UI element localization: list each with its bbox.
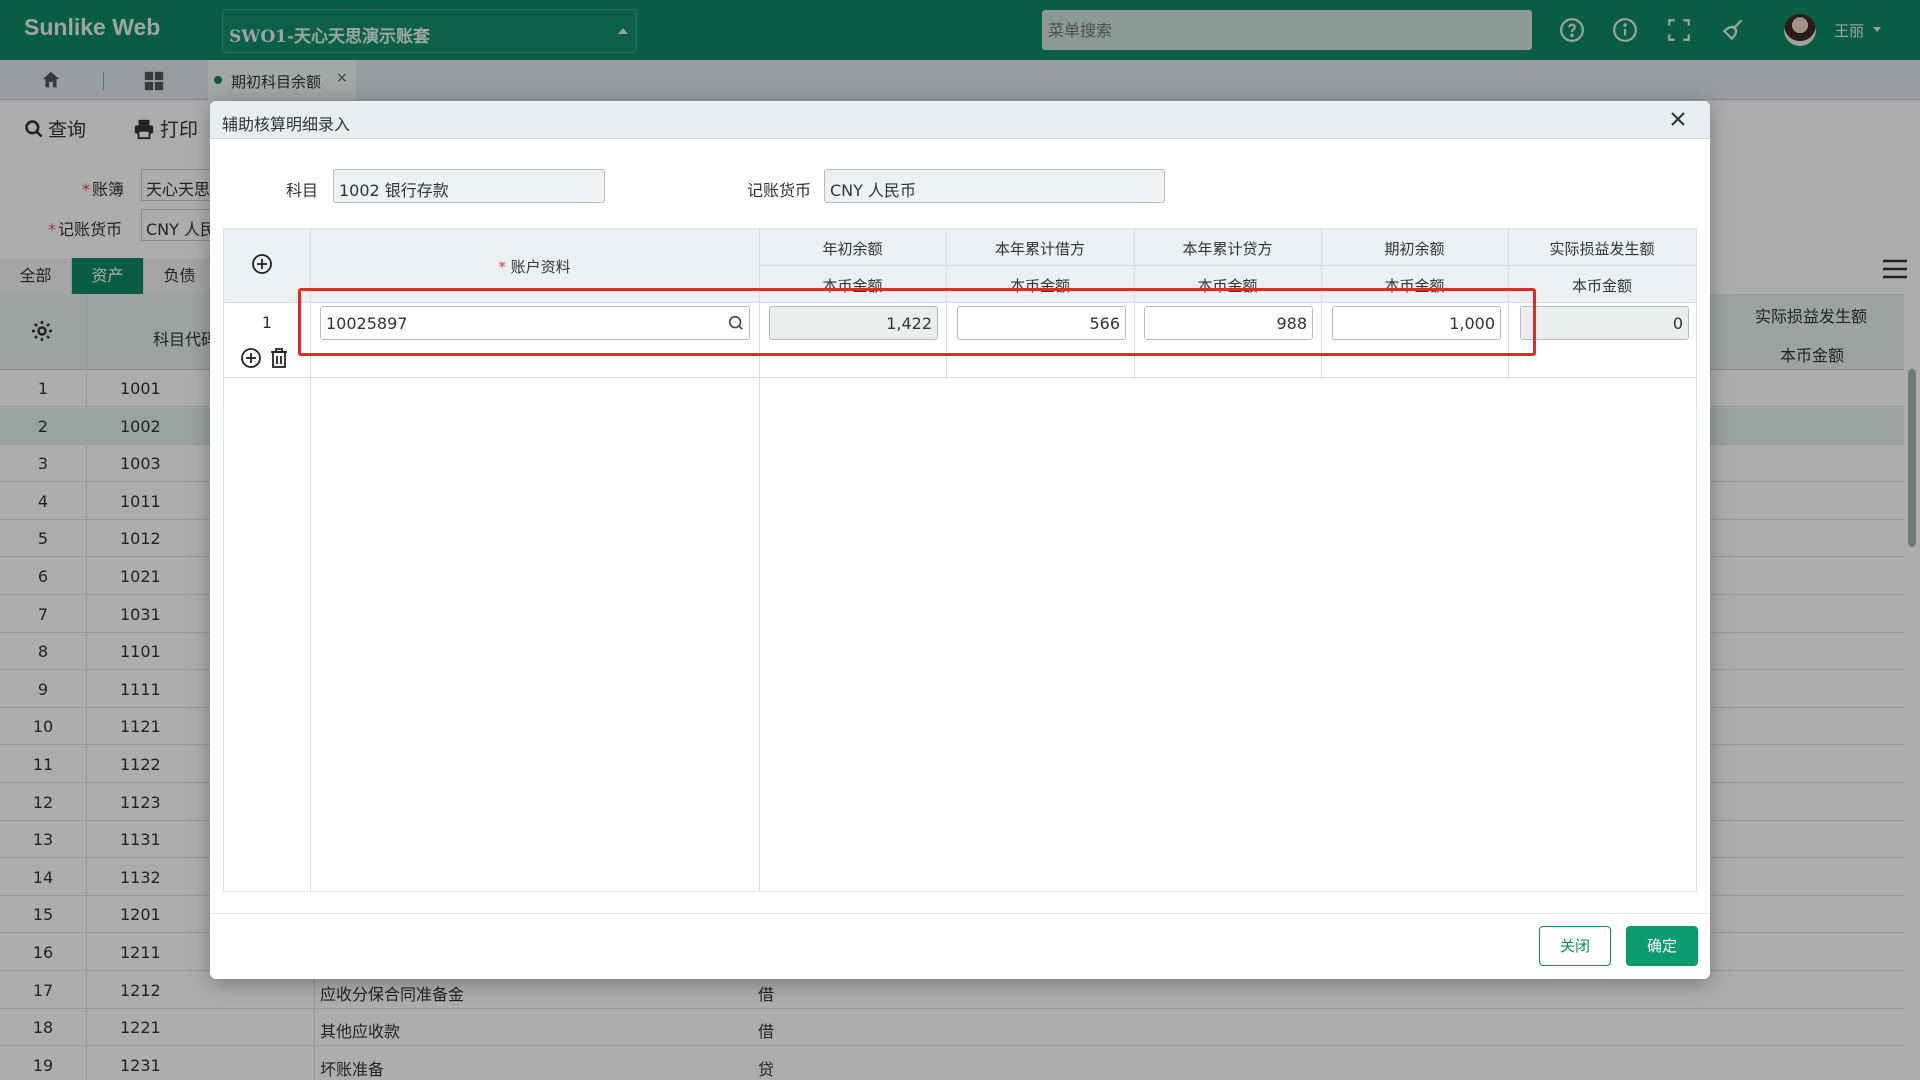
highlight-box <box>298 288 1536 356</box>
add-row-icon[interactable] <box>251 253 273 275</box>
dialog-title: 辅助核算明细录入 <box>222 115 351 134</box>
column-header-debit: 本年累计借方 <box>994 240 1085 258</box>
column-subheader-amount: 本币金额 <box>1571 277 1632 295</box>
aux-detail-dialog: 辅助核算明细录入 科目 1002 银行存款 记账货币 CNY 人民币 * 账户资… <box>210 101 1710 979</box>
column-header-account: * 账户资料 <box>498 258 571 276</box>
column-header-credit: 本年累计贷方 <box>1182 240 1273 258</box>
close-icon[interactable] <box>1668 109 1688 129</box>
column-header-opening: 期初余额 <box>1384 240 1445 258</box>
subject-field: 1002 银行存款 <box>333 169 605 203</box>
dialog-footer-divider <box>210 913 1710 914</box>
column-header-year-begin: 年初余额 <box>822 240 883 258</box>
dialog-header: 辅助核算明细录入 <box>210 101 1710 139</box>
subject-label: 科目 <box>286 181 319 200</box>
grid-divider <box>224 377 1696 378</box>
actual-pl-amount-field: 0 <box>1520 306 1689 340</box>
column-header-actual-pl: 实际损益发生额 <box>1549 240 1655 258</box>
confirm-button[interactable]: 确定 <box>1626 926 1698 966</box>
currency-field: CNY 人民币 <box>824 169 1165 203</box>
add-row-icon[interactable] <box>240 347 262 369</box>
trash-icon[interactable] <box>269 347 289 369</box>
grid-divider <box>759 265 1696 266</box>
currency-label: 记账货币 <box>747 181 812 200</box>
close-button[interactable]: 关闭 <box>1539 926 1611 966</box>
